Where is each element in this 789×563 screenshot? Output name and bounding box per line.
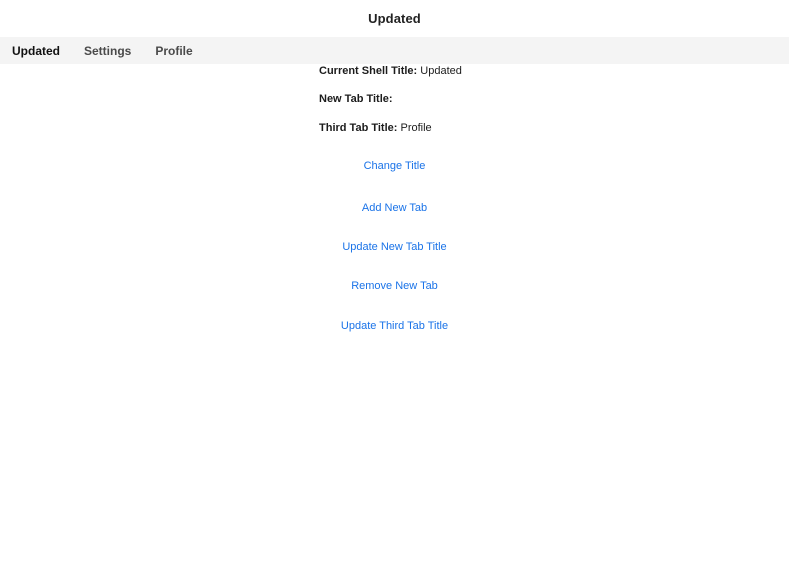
update-third-tab-title-button[interactable]: Update Third Tab Title — [341, 320, 448, 332]
third-tab-title-value: Profile — [400, 122, 432, 134]
window-title: Updated — [368, 11, 421, 26]
new-tab-title-label: New Tab Title: — [319, 93, 393, 105]
remove-new-tab-button[interactable]: Remove New Tab — [351, 280, 438, 292]
tab-bar: Updated Settings Profile — [0, 37, 789, 64]
add-new-tab-button[interactable]: Add New Tab — [362, 202, 427, 214]
change-title-button-row: Change Title — [0, 160, 789, 172]
remove-new-tab-button-row: Remove New Tab — [0, 280, 789, 292]
shell-title-row: Current Shell Title: Updated — [319, 65, 462, 77]
update-new-tab-title-button-row: Update New Tab Title — [0, 241, 789, 253]
add-new-tab-button-row: Add New Tab — [0, 202, 789, 214]
tab-updated[interactable]: Updated — [0, 37, 72, 64]
title-bar: Updated — [0, 0, 789, 37]
update-third-tab-title-button-row: Update Third Tab Title — [0, 320, 789, 332]
third-tab-title-row: Third Tab Title: Profile — [319, 122, 432, 134]
third-tab-title-label: Third Tab Title: — [319, 122, 398, 134]
new-tab-title-row: New Tab Title: — [319, 93, 393, 105]
tab-profile[interactable]: Profile — [143, 37, 204, 64]
change-title-button[interactable]: Change Title — [364, 160, 426, 172]
shell-title-value: Updated — [420, 65, 462, 77]
shell-title-label: Current Shell Title: — [319, 65, 418, 77]
tab-settings[interactable]: Settings — [72, 37, 143, 64]
update-new-tab-title-button[interactable]: Update New Tab Title — [342, 241, 446, 253]
app-window: Updated Updated Settings Profile Current… — [0, 0, 789, 563]
